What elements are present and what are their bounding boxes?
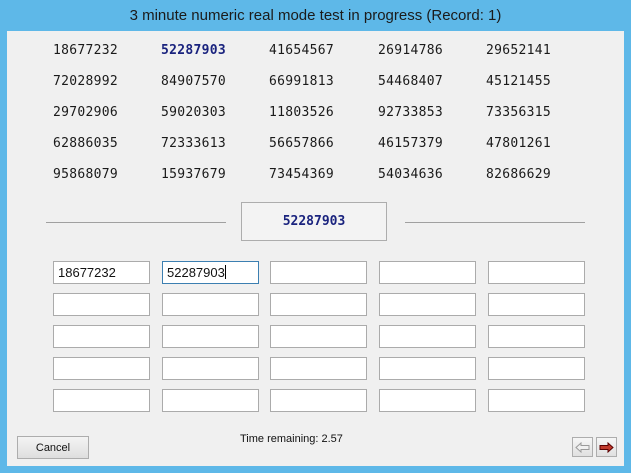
grid-number: 66991813: [269, 74, 335, 89]
cancel-button[interactable]: Cancel: [17, 436, 89, 459]
grid-number: 82686629: [486, 167, 552, 182]
entry-field[interactable]: [53, 293, 150, 316]
grid-number: 54468407: [378, 74, 444, 89]
entry-field[interactable]: 18677232: [53, 261, 150, 284]
entry-field[interactable]: [162, 357, 259, 380]
entry-field[interactable]: [488, 293, 585, 316]
grid-number: 29652141: [486, 43, 552, 58]
grid-number: 46157379: [378, 136, 444, 151]
grid-number: 26914786: [378, 43, 444, 58]
cancel-button-label: Cancel: [35, 441, 71, 454]
grid-number: 11803526: [269, 105, 335, 120]
entry-field[interactable]: [53, 389, 150, 412]
grid-number: 15937679: [161, 167, 227, 182]
client-area: 18677232 52287903 41654567 26914786 29652141…: [7, 31, 624, 466]
entry-field[interactable]: [379, 357, 476, 380]
number-row: 72028992 84907570 66991813 54468407 45121455: [53, 74, 613, 105]
grid-number: 54034636: [378, 167, 444, 182]
grid-number: 95868079: [53, 167, 119, 182]
divider-left: [46, 222, 226, 223]
grid-number: 72028992: [53, 74, 119, 89]
grid-number: 92733853: [378, 105, 444, 120]
forward-button[interactable]: [596, 437, 617, 457]
grid-number: 45121455: [486, 74, 552, 89]
entry-field[interactable]: [162, 389, 259, 412]
entry-field[interactable]: [488, 357, 585, 380]
grid-number: 47801261: [486, 136, 552, 151]
entry-field[interactable]: [270, 261, 367, 284]
entry-field[interactable]: [53, 325, 150, 348]
divider-right: [405, 222, 585, 223]
entry-field[interactable]: [270, 325, 367, 348]
text-cursor: [224, 265, 226, 279]
entry-field[interactable]: [270, 389, 367, 412]
number-grid: 18677232 52287903 41654567 26914786 29652141…: [53, 43, 613, 198]
target-number: 52287903: [282, 214, 346, 229]
entry-field[interactable]: [270, 357, 367, 380]
grid-number: 62886035: [53, 136, 119, 151]
time-remaining: Time remaining: 2.57: [240, 433, 343, 445]
entry-field[interactable]: [488, 389, 585, 412]
grid-number: 41654567: [269, 43, 335, 58]
entry-field[interactable]: [162, 293, 259, 316]
window-titlebar[interactable]: 3 minute numeric real mode test in progr…: [0, 0, 631, 31]
number-row: 29702906 59020303 11803526 92733853 73356315: [53, 105, 613, 136]
entry-field[interactable]: [270, 293, 367, 316]
entry-field[interactable]: [488, 325, 585, 348]
grid-number: 72333613: [161, 136, 227, 151]
entry-field-value: 52287903: [167, 265, 225, 280]
entry-field[interactable]: [162, 325, 259, 348]
number-row: 95868079 15937679 73454369 54034636 82686629: [53, 167, 613, 198]
arrow-right-icon: [599, 441, 614, 453]
entry-field[interactable]: [379, 325, 476, 348]
entry-field[interactable]: 52287903: [162, 261, 259, 284]
grid-number: 29702906: [53, 105, 119, 120]
number-row: 62886035 72333613 56657866 46157379 47801261: [53, 136, 613, 167]
grid-number: 73454369: [269, 167, 335, 182]
entry-field[interactable]: [379, 261, 476, 284]
grid-number: 18677232: [53, 43, 119, 58]
window-title: 3 minute numeric real mode test in progr…: [129, 7, 502, 24]
grid-number: 73356315: [486, 105, 552, 120]
number-row: 18677232 52287903 41654567 26914786 29652141: [53, 43, 613, 74]
entry-field[interactable]: [53, 357, 150, 380]
arrow-left-icon: [575, 441, 590, 453]
entry-field-value: 18677232: [58, 265, 116, 280]
grid-number: 56657866: [269, 136, 335, 151]
grid-number: 52287903: [161, 43, 227, 58]
entry-field[interactable]: [379, 389, 476, 412]
entry-field[interactable]: [379, 293, 476, 316]
entry-field[interactable]: [488, 261, 585, 284]
grid-number: 59020303: [161, 105, 227, 120]
target-number-display: 52287903: [241, 202, 387, 241]
back-button[interactable]: [572, 437, 593, 457]
grid-number: 84907570: [161, 74, 227, 89]
